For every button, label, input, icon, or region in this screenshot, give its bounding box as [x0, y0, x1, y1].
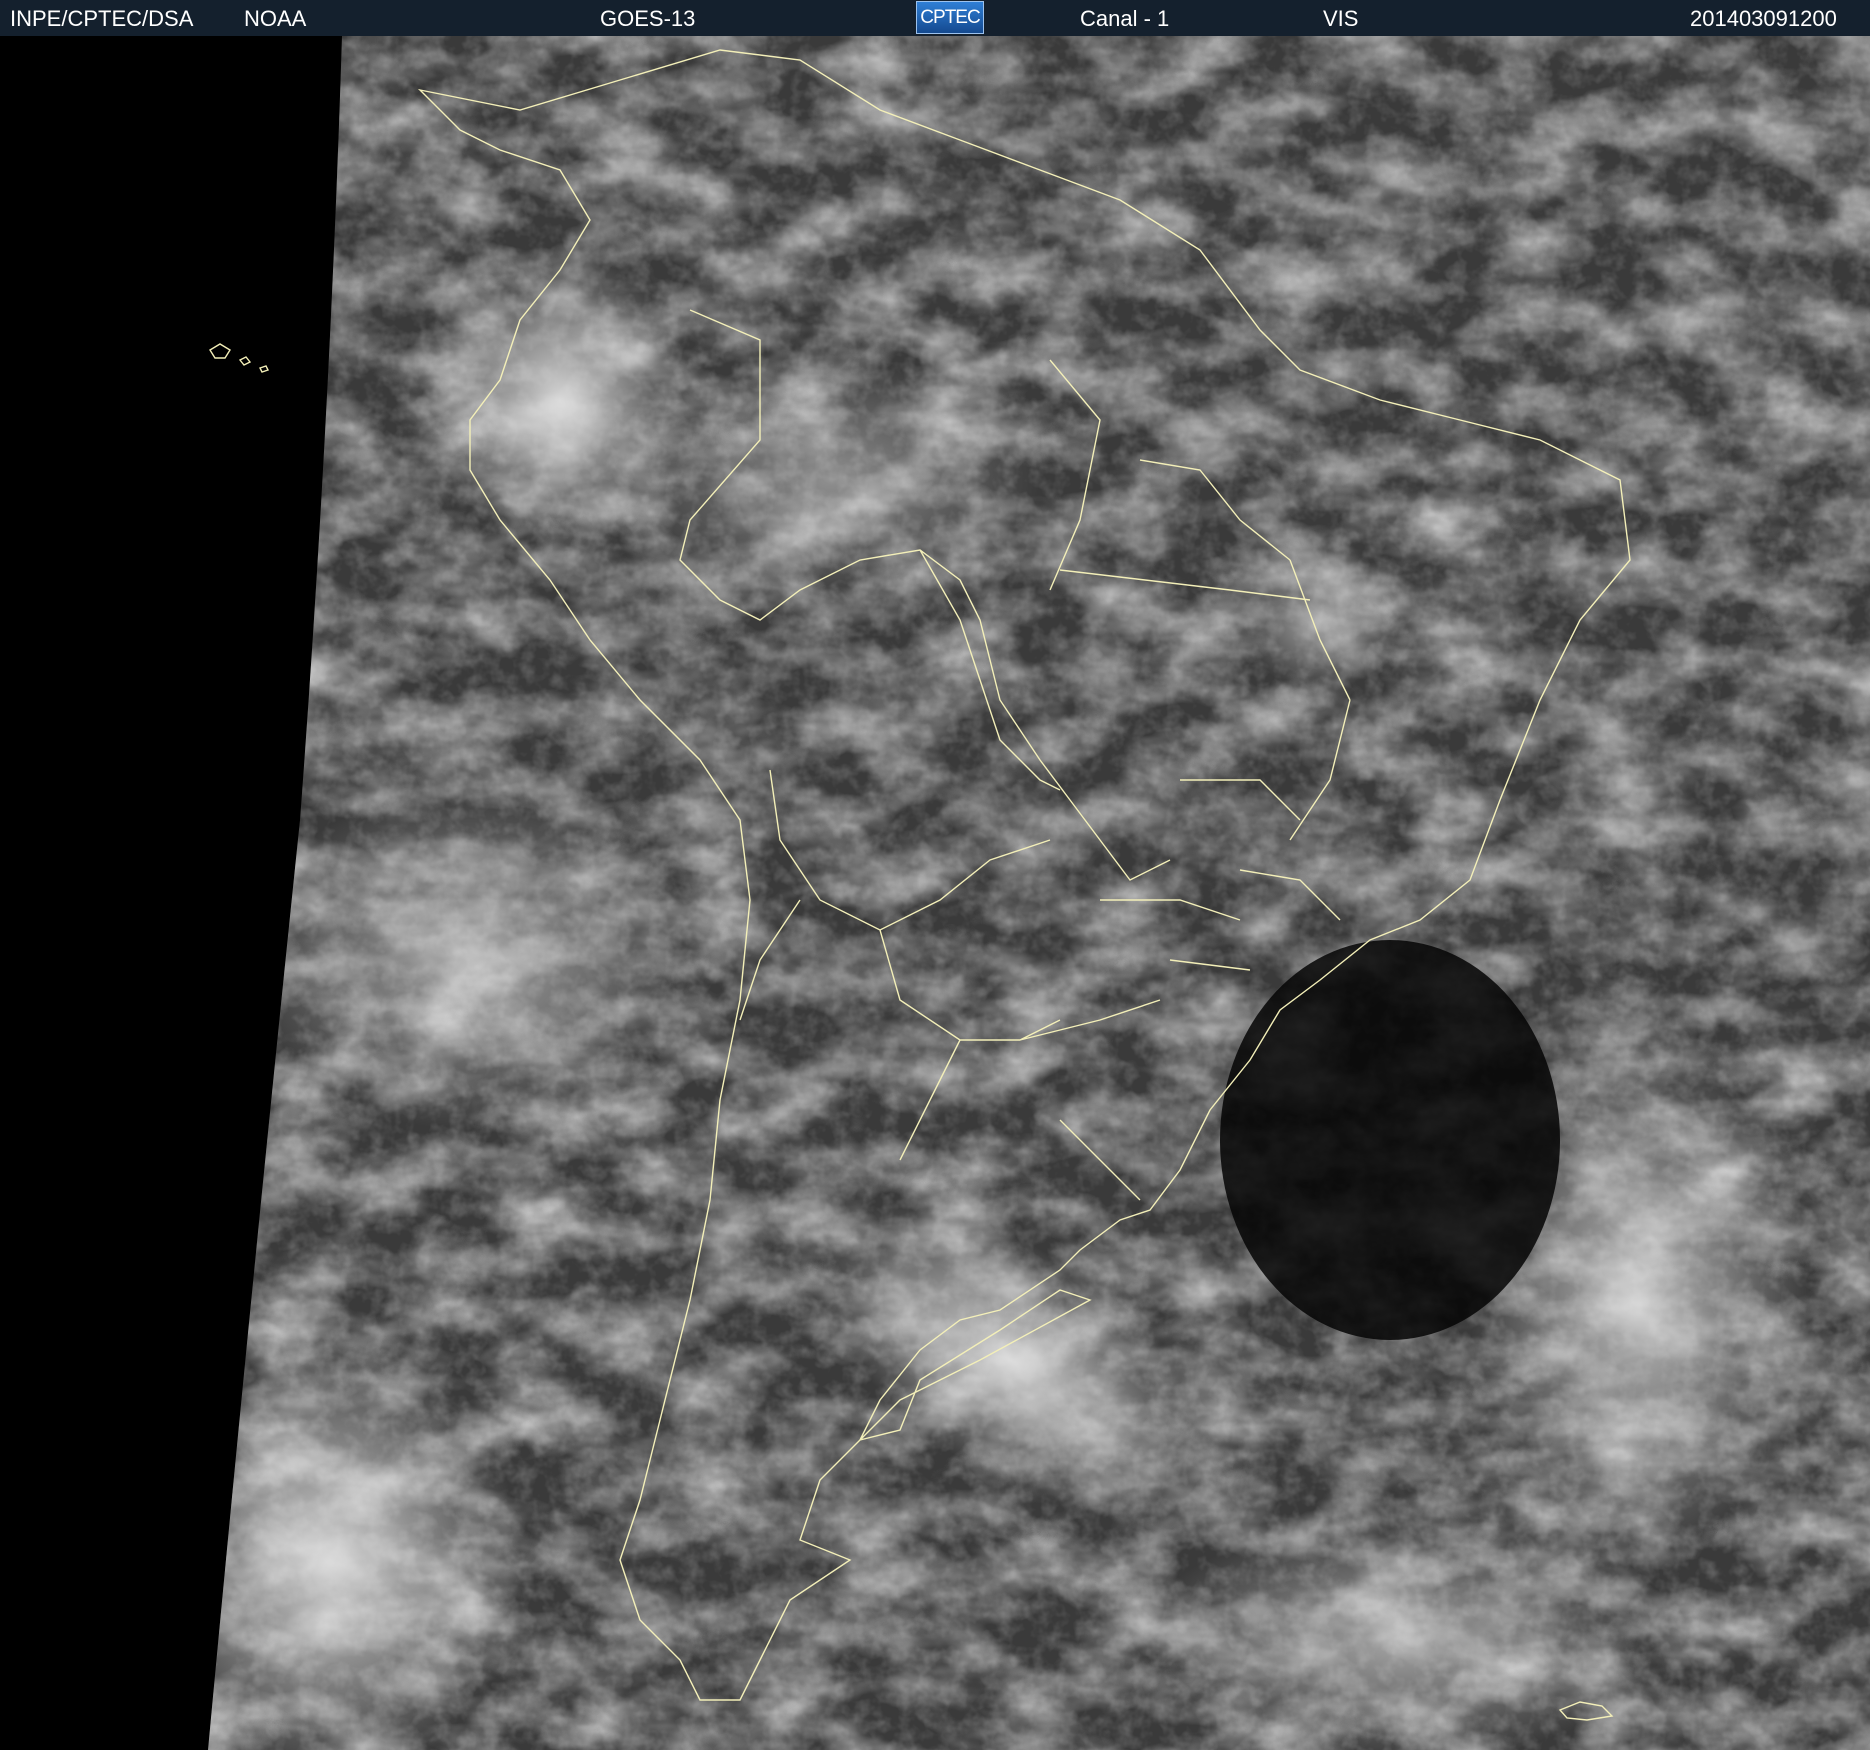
satellite-image-svg [0, 36, 1870, 1750]
band-label: VIS [1323, 6, 1359, 31]
agency-label: INPE/CPTEC/DSA [10, 6, 194, 31]
cloud-mass-amazon [620, 360, 1040, 600]
cloud-mass-southeast [1140, 1520, 1660, 1750]
channel-label: Canal - 1 [1080, 6, 1170, 31]
cloud-mass-bahia [1240, 550, 1400, 690]
clear-ocean-patch [1220, 940, 1560, 1340]
cloud-mass-pacific [240, 790, 700, 1130]
satellite-label: GOES-13 [600, 6, 696, 31]
timestamp-label: 201403091200 [1690, 6, 1837, 31]
cptec-logo: CPTEC [916, 1, 984, 34]
header-bar: INPE/CPTEC/DSA NOAA GOES-13 CPTEC Canal … [0, 0, 1870, 36]
satellite-image [0, 36, 1870, 1750]
source-label: NOAA [244, 6, 307, 31]
